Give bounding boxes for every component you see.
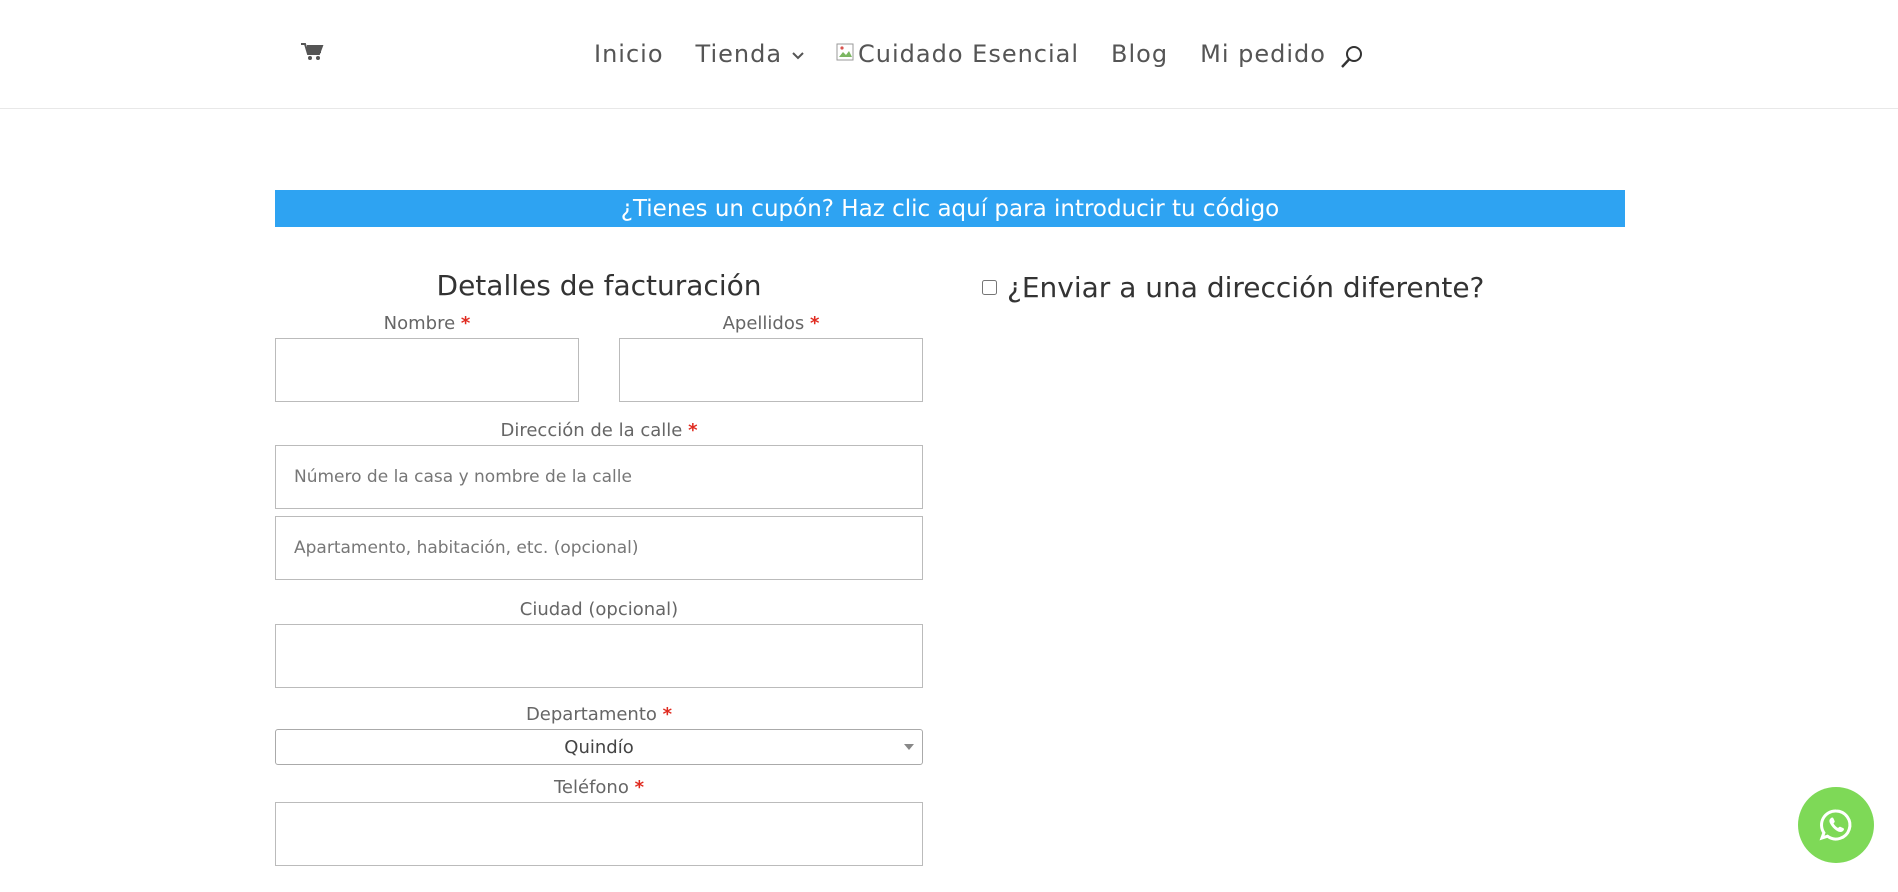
dropdown-arrow-icon bbox=[904, 744, 914, 750]
required-mark: * bbox=[688, 420, 698, 441]
nav-inicio[interactable]: Inicio bbox=[594, 40, 664, 68]
required-mark: * bbox=[662, 704, 673, 725]
departamento-select[interactable]: Quindío bbox=[275, 729, 923, 765]
direccion-label-text: Dirección de la calle bbox=[500, 420, 683, 441]
billing-title: Detalles de facturación bbox=[436, 269, 762, 302]
departamento-selected-value: Quindío bbox=[564, 736, 634, 758]
required-mark: * bbox=[460, 313, 471, 334]
name-row: Nombre * Apellidos * bbox=[275, 310, 923, 402]
ship-different-label: ¿Enviar a una dirección diferente? bbox=[1007, 270, 1485, 304]
whatsapp-icon bbox=[1819, 809, 1852, 841]
cart-icon[interactable] bbox=[300, 42, 324, 62]
departamento-label: Departamento * bbox=[275, 701, 923, 729]
required-mark: * bbox=[634, 777, 644, 798]
site-logo[interactable]: Cuidado Esencial bbox=[836, 40, 1079, 68]
nav-tienda-label: Tienda bbox=[695, 40, 783, 68]
coupon-toggle-bar[interactable]: ¿Tienes un cupón? Haz clic aquí para int… bbox=[275, 190, 1625, 227]
nombre-field-group: Nombre * bbox=[275, 310, 579, 402]
nav-tienda[interactable]: Tienda bbox=[696, 40, 805, 68]
site-logo-alt-text: Cuidado Esencial bbox=[858, 40, 1080, 68]
billing-details-form: Detalles de facturación Nombre * Apellid… bbox=[275, 262, 923, 866]
ciudad-label: Ciudad (opcional) bbox=[275, 596, 923, 624]
whatsapp-button[interactable] bbox=[1798, 787, 1874, 863]
ciudad-label-text: Ciudad (opcional) bbox=[519, 599, 679, 620]
main-nav: Inicio Tienda Cuidado Esencial Blog Mi p… bbox=[594, 34, 1358, 74]
departamento-label-text: Departamento bbox=[525, 704, 657, 725]
apellidos-input[interactable] bbox=[619, 338, 923, 402]
direccion-label: Dirección de la calle * bbox=[275, 417, 923, 445]
nav-blog[interactable]: Blog bbox=[1111, 40, 1168, 68]
ship-different-checkbox[interactable] bbox=[982, 279, 997, 295]
broken-image-icon bbox=[836, 43, 854, 61]
street-address-2-input[interactable] bbox=[275, 516, 923, 580]
street-address-input[interactable] bbox=[275, 445, 923, 509]
telefono-label: Teléfono * bbox=[275, 774, 923, 802]
nombre-label: Nombre * bbox=[275, 310, 579, 338]
ciudad-input[interactable] bbox=[275, 624, 923, 688]
nombre-input[interactable] bbox=[275, 338, 579, 402]
ship-different-address[interactable]: ¿Enviar a una dirección diferente? bbox=[980, 266, 1484, 308]
apellidos-field-group: Apellidos * bbox=[619, 310, 923, 402]
required-mark: * bbox=[809, 313, 820, 334]
telefono-label-text: Teléfono bbox=[553, 777, 629, 798]
site-header: Inicio Tienda Cuidado Esencial Blog Mi p… bbox=[0, 0, 1898, 109]
chevron-down-icon bbox=[792, 51, 804, 59]
telefono-input[interactable] bbox=[275, 802, 923, 866]
search-icon[interactable] bbox=[1340, 44, 1364, 70]
nombre-label-text: Nombre bbox=[383, 313, 456, 334]
apellidos-label: Apellidos * bbox=[619, 310, 923, 338]
apellidos-label-text: Apellidos bbox=[722, 313, 805, 334]
nav-mi-pedido[interactable]: Mi pedido bbox=[1200, 40, 1326, 68]
